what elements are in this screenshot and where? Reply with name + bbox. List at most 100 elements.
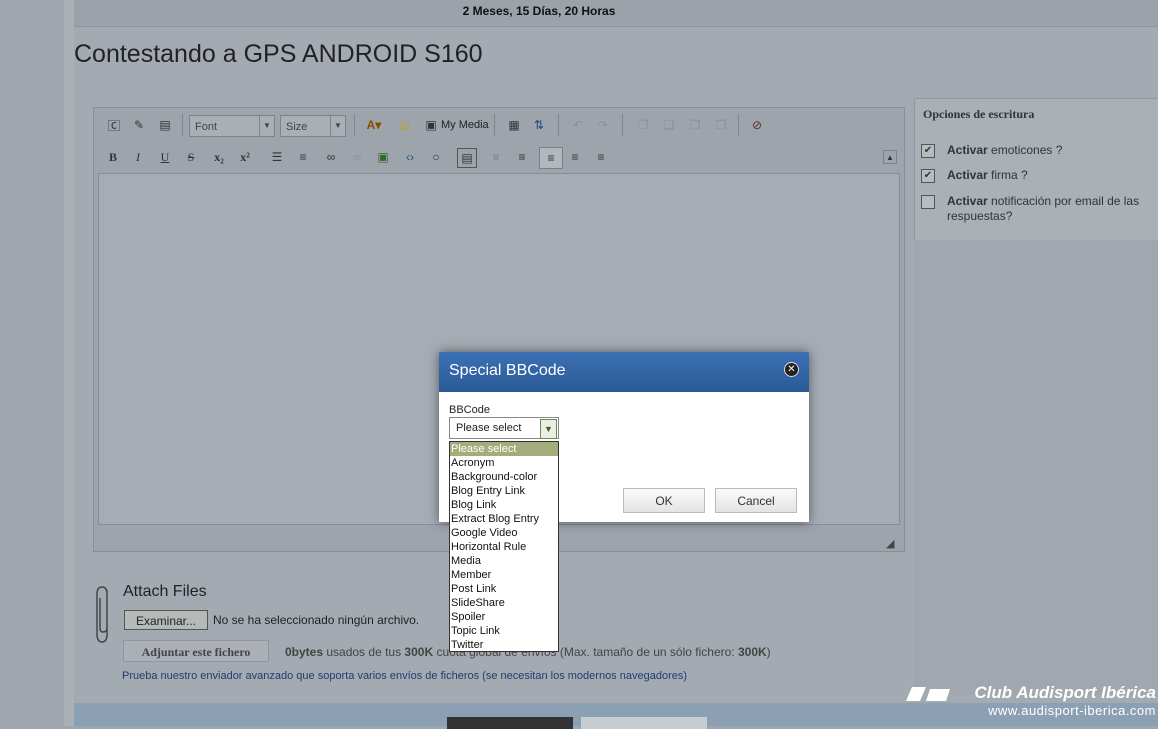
- bold-icon[interactable]: B: [104, 148, 122, 166]
- image-icon[interactable]: ▣: [374, 148, 392, 166]
- paperclip-icon: [96, 586, 108, 643]
- editor-toolbar-top: 🄲 ✎ ▤ Font ▼ Size ▼ A▾ ☺ ▣ My Media ▦ ⇅ …: [96, 110, 903, 142]
- cancel-button[interactable]: Cancel: [715, 488, 797, 513]
- option-label: Activar notificación por email de las re…: [947, 194, 1140, 223]
- size-select-label: Size: [286, 121, 308, 133]
- align-right-icon[interactable]: ≡: [592, 148, 610, 166]
- ok-button[interactable]: OK: [623, 488, 705, 513]
- email-notification-checkbox[interactable]: [921, 195, 935, 209]
- bbcode-select-value: Please select: [456, 422, 522, 434]
- dropdown-option[interactable]: Background-color: [450, 470, 558, 484]
- font-select[interactable]: Font ▼: [189, 115, 275, 137]
- dropdown-option[interactable]: Spoiler: [450, 610, 558, 624]
- dropdown-option[interactable]: Member: [450, 568, 558, 582]
- toolbar-separator: [494, 114, 495, 136]
- align-center-icon[interactable]: ≡: [566, 148, 584, 166]
- link-icon[interactable]: ∞: [322, 148, 340, 166]
- paste-icon[interactable]: ❒: [686, 116, 704, 134]
- dialog-header: Special BBCode ✕: [439, 352, 809, 392]
- quote-icon[interactable]: ○: [427, 148, 445, 166]
- writing-options-title: Opciones de escritura: [923, 107, 1035, 121]
- redo-icon[interactable]: ↷: [594, 116, 612, 134]
- source-icon[interactable]: 🄲: [105, 116, 123, 134]
- dropdown-option[interactable]: Media: [450, 554, 558, 568]
- dropdown-option[interactable]: Twitter: [450, 638, 558, 652]
- underline-icon[interactable]: U: [156, 148, 174, 166]
- indent-icon[interactable]: ≡: [513, 148, 531, 166]
- brand-url: www.audisport-iberica.com: [988, 703, 1156, 718]
- remove-format-icon[interactable]: ⊘: [748, 116, 766, 134]
- no-file-selected-text: No se ha seleccionado ningún archivo.: [213, 613, 420, 627]
- gift-icon[interactable]: ▦: [505, 116, 523, 134]
- dropdown-option[interactable]: Extract Blog Entry: [450, 512, 558, 526]
- dropdown-option[interactable]: Topic Link: [450, 624, 558, 638]
- dropdown-option[interactable]: Google Video: [450, 526, 558, 540]
- size-select[interactable]: Size ▼: [280, 115, 346, 137]
- chevron-down-icon: ▼: [540, 419, 557, 439]
- copy-icon[interactable]: ❑: [660, 116, 678, 134]
- bbcode-dropdown-list: Please select Acronym Background-color B…: [449, 441, 559, 652]
- signature-checkbox[interactable]: ✔: [921, 169, 935, 183]
- top-info-text: 2 Meses, 15 Días, 20 Horas: [462, 4, 616, 18]
- resize-handle-icon[interactable]: ◢: [886, 537, 898, 550]
- text-color-icon[interactable]: A▾: [362, 116, 386, 134]
- subscript-icon[interactable]: x₂: [210, 148, 228, 166]
- editor-toolbar-bottom: B I U S x₂ x² ☰ ≡ ∞ ∞ ▣ ‹› ○ ▤ ≡ ≡ ≡ ≡ ≡…: [96, 142, 903, 172]
- submit-button[interactable]: [447, 717, 573, 729]
- option-label: Activar firma ?: [947, 168, 1028, 182]
- align-left-icon[interactable]: ≡: [539, 147, 563, 169]
- unlink-icon[interactable]: ∞: [348, 148, 366, 166]
- collapse-toolbar-icon[interactable]: ▲: [883, 150, 897, 164]
- site-watermark: Club Audisport Ibérica www.audisport-ibe…: [906, 683, 1156, 718]
- dropdown-option[interactable]: SlideShare: [450, 596, 558, 610]
- preview-button[interactable]: [581, 717, 707, 729]
- font-select-label: Font: [195, 121, 218, 133]
- dialog-title: Special BBCode: [449, 362, 566, 379]
- left-margin-border: [64, 0, 74, 726]
- strikethrough-icon[interactable]: S: [182, 148, 200, 166]
- bbcode-label: BBCode: [449, 404, 490, 416]
- toolbar-separator: [738, 114, 739, 136]
- dropdown-option[interactable]: Post Link: [450, 582, 558, 596]
- my-media-label[interactable]: My Media: [441, 119, 489, 131]
- dropdown-option[interactable]: Horizontal Rule: [450, 540, 558, 554]
- emoticon-icon[interactable]: ☺: [396, 116, 414, 134]
- media-icon[interactable]: ▣: [422, 116, 440, 134]
- browse-button[interactable]: Examinar...: [124, 610, 208, 630]
- dropdown-option[interactable]: Please select: [450, 442, 558, 456]
- special-bbcode-icon[interactable]: ⇅: [530, 116, 548, 134]
- option-label: Activar emoticones ?: [947, 143, 1063, 157]
- dropdown-option[interactable]: Acronym: [450, 456, 558, 470]
- undo-icon[interactable]: ↶: [569, 116, 587, 134]
- toolbar-separator: [182, 114, 183, 136]
- cut-icon[interactable]: ❐: [634, 116, 652, 134]
- bbcode-select[interactable]: Please select ▼: [449, 417, 559, 439]
- numbered-list-icon[interactable]: ≡: [294, 148, 312, 166]
- paste-text-icon[interactable]: ❐: [712, 116, 730, 134]
- chevron-down-icon: ▼: [259, 116, 274, 136]
- page-title: Contestando a GPS ANDROID S160: [74, 40, 483, 68]
- toolbar-separator: [622, 114, 623, 136]
- dropdown-option[interactable]: Blog Entry Link: [450, 484, 558, 498]
- attach-files-title: Attach Files: [123, 583, 207, 600]
- close-icon[interactable]: ✕: [784, 362, 799, 377]
- toolbar-separator: [558, 114, 559, 136]
- chevron-down-icon: ▼: [330, 116, 345, 136]
- advanced-uploader-link[interactable]: Prueba nuestro enviador avanzado que sop…: [122, 670, 687, 682]
- club-logo-icon: [906, 687, 950, 701]
- brand-name: Club Audisport Ibérica: [974, 683, 1156, 702]
- dropdown-option[interactable]: Blog Link: [450, 498, 558, 512]
- toolbar-separator: [354, 114, 355, 136]
- table-icon[interactable]: ▤: [156, 116, 174, 134]
- left-margin: [0, 0, 64, 726]
- spoiler-icon[interactable]: ▤: [457, 148, 477, 168]
- outdent-icon[interactable]: ≡: [487, 148, 505, 166]
- emoticons-checkbox[interactable]: ✔: [921, 144, 935, 158]
- side-panel-background: [914, 240, 1158, 695]
- code-icon[interactable]: ‹›: [401, 148, 419, 166]
- bullet-list-icon[interactable]: ☰: [268, 148, 286, 166]
- upload-file-button[interactable]: Adjuntar este fichero: [123, 640, 269, 662]
- eraser-icon[interactable]: ✎: [130, 116, 148, 134]
- italic-icon[interactable]: I: [129, 148, 147, 166]
- superscript-icon[interactable]: x²: [236, 148, 254, 166]
